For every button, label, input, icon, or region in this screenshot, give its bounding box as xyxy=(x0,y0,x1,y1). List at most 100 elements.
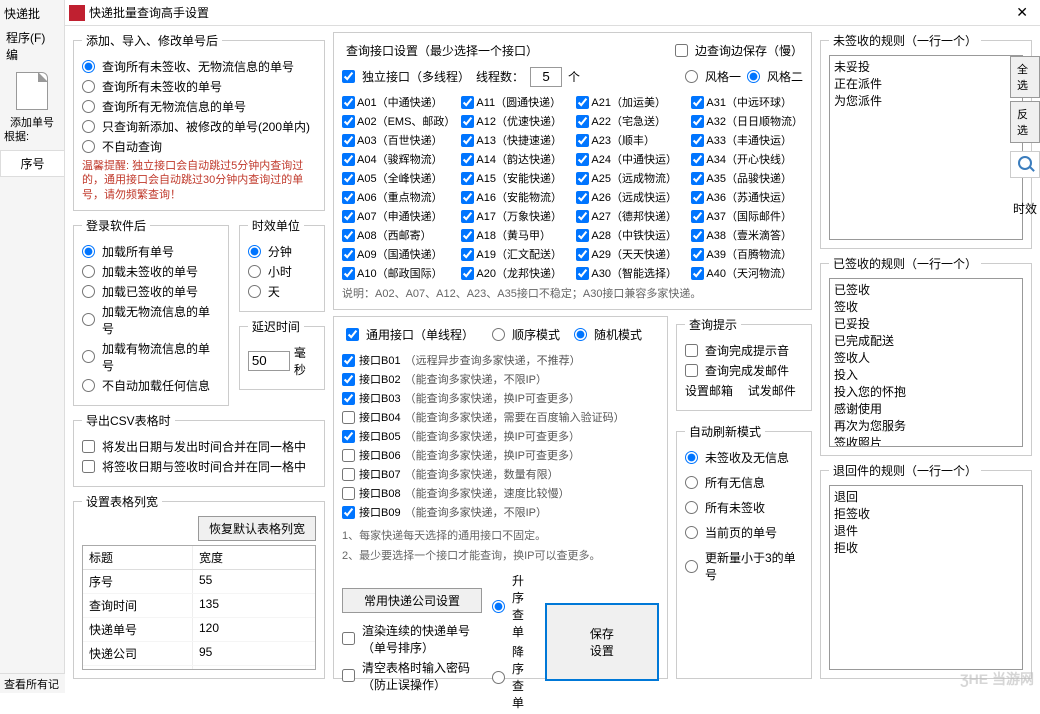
radio-day[interactable]: 天 xyxy=(248,283,316,300)
chk-clear-password[interactable]: 清空表格时输入密码（防止误操作） xyxy=(342,659,482,693)
chk-csv-merge-sign[interactable]: 将签收日期与签收时间合并在同一格中 xyxy=(82,458,316,475)
chk-interface-a23[interactable]: A23（顺丰） xyxy=(576,132,685,148)
chk-interface-a14[interactable]: A14（韵达快递） xyxy=(461,151,570,167)
chk-csv-merge-send[interactable]: 将发出日期与发出时间合并在同一格中 xyxy=(82,438,316,455)
chk-interface-b06[interactable]: 接口B06（能查询多家快递，换IP可查更多） xyxy=(342,447,659,463)
link-set-email[interactable]: 设置邮箱 xyxy=(685,382,733,399)
chk-independent-interface[interactable]: 独立接口（多线程） xyxy=(342,68,470,85)
radio-query-new-only[interactable]: 只查询新添加、被修改的单号(200单内) xyxy=(82,118,316,135)
chk-interface-a20[interactable]: A20（龙邦快递） xyxy=(461,265,570,281)
close-button[interactable]: ✕ xyxy=(1004,0,1040,25)
chk-interface-a19[interactable]: A19（汇文配送） xyxy=(461,246,570,262)
chk-interface-a16[interactable]: A16（安能物流） xyxy=(461,189,570,205)
chk-interface-a22[interactable]: A22（宅急送） xyxy=(576,113,685,129)
chk-interface-a07[interactable]: A07（申通快递） xyxy=(342,208,455,224)
chk-interface-a29[interactable]: A29（天天快递） xyxy=(576,246,685,262)
chk-interface-a24[interactable]: A24（中通快运） xyxy=(576,151,685,167)
radio-load-unsigned[interactable]: 加载未签收的单号 xyxy=(82,263,220,280)
chk-generic-interface[interactable]: 通用接口（单线程） xyxy=(346,326,474,343)
chk-interface-a11[interactable]: A11（圆通快递） xyxy=(461,94,570,110)
chk-interface-a03[interactable]: A03（百世快递） xyxy=(342,132,455,148)
search-button[interactable] xyxy=(1010,151,1040,178)
radio-rf-unsigned[interactable]: 所有未签收 xyxy=(685,499,803,516)
chk-interface-a33[interactable]: A33（丰通快运） xyxy=(691,132,803,148)
chk-interface-a13[interactable]: A13（快捷速递） xyxy=(461,132,570,148)
save-settings-button[interactable]: 保存设置 xyxy=(545,603,659,681)
chk-interface-b09[interactable]: 接口B09（能查询多家快递，不限IP） xyxy=(342,504,659,520)
chk-render-seq[interactable]: 渲染连续的快递单号（单号排序） xyxy=(342,622,482,656)
thread-count-input[interactable] xyxy=(530,67,562,87)
chk-interface-a31[interactable]: A31（中远环球） xyxy=(691,94,803,110)
table-row[interactable]: 序号55 xyxy=(83,570,315,594)
radio-random-mode[interactable]: 随机模式 xyxy=(574,326,642,343)
menu-edit[interactable]: 编 xyxy=(6,48,18,62)
radio-load-none[interactable]: 不自动加载任何信息 xyxy=(82,377,220,394)
chk-interface-b04[interactable]: 接口B04（能查询多家快递，需要在百度输入验证码） xyxy=(342,409,659,425)
chk-interface-a06[interactable]: A06（重点物流） xyxy=(342,189,455,205)
menu-program[interactable]: 程序(F) xyxy=(6,31,45,45)
chk-interface-a02[interactable]: A02（EMS、邮政） xyxy=(342,113,455,129)
chk-sound[interactable]: 查询完成提示音 xyxy=(685,342,803,359)
chk-interface-a34[interactable]: A34（开心快线） xyxy=(691,151,803,167)
delay-input[interactable] xyxy=(248,351,290,371)
radio-load-signed[interactable]: 加载已签收的单号 xyxy=(82,283,220,300)
chk-interface-a15[interactable]: A15（安能快递） xyxy=(461,170,570,186)
chk-interface-b01[interactable]: 接口B01（远程异步查询多家快递，不推荐） xyxy=(342,352,659,368)
chk-interface-a38[interactable]: A38（壹米滴答） xyxy=(691,227,803,243)
chk-interface-a28[interactable]: A28（中铁快运） xyxy=(576,227,685,243)
chk-interface-a26[interactable]: A26（远成快运） xyxy=(576,189,685,205)
radio-load-haslog[interactable]: 加载有物流信息的单号 xyxy=(82,340,220,374)
chk-interface-a18[interactable]: A18（黄马甲） xyxy=(461,227,570,243)
chk-interface-b02[interactable]: 接口B02（能查询多家快递，不限IP） xyxy=(342,371,659,387)
chk-interface-a08[interactable]: A08（西邮寄） xyxy=(342,227,455,243)
radio-rf-current-page[interactable]: 当前页的单号 xyxy=(685,524,803,541)
company-settings-button[interactable]: 常用快递公司设置 xyxy=(342,588,482,613)
chk-interface-a36[interactable]: A36（苏通快运） xyxy=(691,189,803,205)
radio-load-nolog[interactable]: 加载无物流信息的单号 xyxy=(82,303,220,337)
radio-asc[interactable]: 升序查单 xyxy=(492,572,535,640)
chk-interface-a30[interactable]: A30（智能选择） xyxy=(576,265,685,281)
table-row[interactable]: 订单编号70 xyxy=(83,666,315,670)
chk-interface-b05[interactable]: 接口B05（能查询多家快递，换IP可查更多） xyxy=(342,428,659,444)
chk-interface-b07[interactable]: 接口B07（能查询多家快递，数量有限） xyxy=(342,466,659,482)
radio-style2[interactable]: 风格二 xyxy=(747,68,803,85)
radio-query-unsigned[interactable]: 查询所有未签收的单号 xyxy=(82,78,316,95)
return-rules-text[interactable] xyxy=(829,485,1023,670)
radio-style1[interactable]: 风格一 xyxy=(685,68,741,85)
chk-interface-a35[interactable]: A35（品骏快递） xyxy=(691,170,803,186)
radio-seq-mode[interactable]: 顺序模式 xyxy=(492,326,560,343)
table-row[interactable]: 快递单号120 xyxy=(83,618,315,642)
radio-rf-unsigned-noinfo[interactable]: 未签收及无信息 xyxy=(685,449,803,466)
radio-query-unsigned-nolog[interactable]: 查询所有未签收、无物流信息的单号 xyxy=(82,58,316,75)
table-row[interactable]: 快递公司95 xyxy=(83,642,315,666)
table-row[interactable]: 查询时间135 xyxy=(83,594,315,618)
radio-rf-updates-lt3[interactable]: 更新量小于3的单号 xyxy=(685,549,803,583)
select-all-button[interactable]: 全选 xyxy=(1010,56,1040,98)
add-doc-icon[interactable] xyxy=(16,72,48,110)
chk-interface-a25[interactable]: A25（远成物流） xyxy=(576,170,685,186)
unsigned-rules-text[interactable] xyxy=(829,55,1023,240)
chk-interface-a04[interactable]: A04（骏辉物流） xyxy=(342,151,455,167)
chk-interface-a37[interactable]: A37（国际邮件） xyxy=(691,208,803,224)
chk-interface-a17[interactable]: A17（万象快递） xyxy=(461,208,570,224)
invert-select-button[interactable]: 反选 xyxy=(1010,101,1040,143)
radio-minute[interactable]: 分钟 xyxy=(248,243,316,260)
chk-email[interactable]: 查询完成发邮件 xyxy=(685,362,803,379)
chk-interface-a40[interactable]: A40（天河物流） xyxy=(691,265,803,281)
restore-width-button[interactable]: 恢复默认表格列宽 xyxy=(198,516,316,541)
chk-interface-a27[interactable]: A27（德邦快递） xyxy=(576,208,685,224)
chk-save-while-query[interactable]: 边查询边保存（慢） xyxy=(675,42,803,59)
signed-rules-text[interactable] xyxy=(829,278,1023,446)
radio-rf-noinfo[interactable]: 所有无信息 xyxy=(685,474,803,491)
radio-load-all[interactable]: 加载所有单号 xyxy=(82,243,220,260)
chk-interface-b08[interactable]: 接口B08（能查询多家快递，速度比较慢） xyxy=(342,485,659,501)
chk-interface-a21[interactable]: A21（加运美） xyxy=(576,94,685,110)
radio-no-auto-query[interactable]: 不自动查询 xyxy=(82,138,316,155)
link-test-email[interactable]: 试发邮件 xyxy=(748,382,796,399)
chk-interface-a05[interactable]: A05（全峰快递） xyxy=(342,170,455,186)
chk-interface-a39[interactable]: A39（百腾物流） xyxy=(691,246,803,262)
chk-interface-b03[interactable]: 接口B03（能查询多家快递，换IP可查更多） xyxy=(342,390,659,406)
chk-interface-a09[interactable]: A09（国通快递） xyxy=(342,246,455,262)
chk-interface-a01[interactable]: A01（中通快递） xyxy=(342,94,455,110)
radio-query-nolog[interactable]: 查询所有无物流信息的单号 xyxy=(82,98,316,115)
